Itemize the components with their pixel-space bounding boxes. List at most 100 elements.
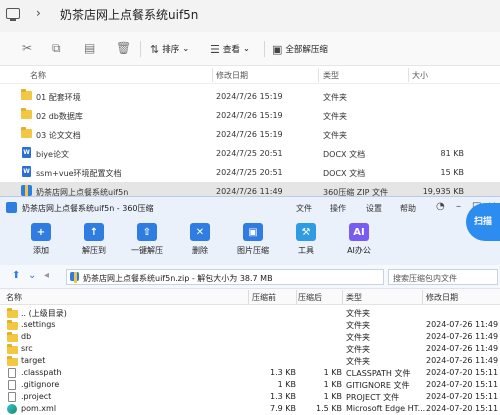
file-name: 02 db数据库	[36, 112, 83, 121]
zip-column-header: 名称 压缩前 压缩后 类型 修改日期	[0, 289, 500, 305]
entry-date: 2024-07-26 11:49	[426, 320, 499, 329]
entry-size-after: 1 KB	[323, 392, 342, 401]
folder-icon	[7, 320, 18, 330]
entry-date: 2024-07-20 15:11	[426, 392, 499, 401]
entry-name: pom.xml	[21, 404, 57, 413]
explorer-toolbar: ✂ ⧉ ▤ 🗑 ⇅ 排序 ⌄ ☰ 查看 ⌄ ▣ 全部解压缩	[0, 32, 500, 66]
column-size-before[interactable]: 压缩前	[252, 292, 276, 303]
folder-icon	[7, 356, 18, 366]
tool-icon: AI	[349, 223, 369, 241]
file-size: 81 KB	[440, 149, 464, 158]
file-icon	[8, 380, 16, 390]
file-name: biye论文	[36, 150, 69, 159]
chevron-down-icon[interactable]: ⌄	[28, 270, 36, 281]
tool-icon: ⇧	[137, 223, 157, 241]
rename-icon[interactable]: ▤	[84, 41, 95, 55]
breadcrumb[interactable]: 奶茶店网上点餐系统uif5n	[60, 6, 198, 23]
file-icon	[8, 392, 16, 402]
entry-date: 2024-07-20 15:11	[426, 380, 499, 389]
tool-button[interactable]: ▣ 图片压缩	[230, 221, 276, 263]
chevron-down-icon: ⌄	[182, 44, 190, 54]
folder-icon	[7, 332, 18, 342]
file-row[interactable]: 02 db数据库 2024/7/26 15:19 文件夹	[0, 106, 500, 125]
tool-button[interactable]: ↑ 解压到	[71, 221, 117, 263]
cut-icon[interactable]: ✂	[22, 41, 32, 55]
entry-date: 2024-07-26 11:49	[426, 344, 499, 353]
menu-help[interactable]: 帮助	[400, 203, 416, 214]
archive-entry-row[interactable]: src 文件夹 2024-07-26 11:49	[0, 343, 500, 355]
archive-entry-row[interactable]: .project 1.3 KB 1 KB PROJECT 文件 2024-07-20 1…	[0, 391, 500, 403]
column-size[interactable]: 大小	[412, 70, 428, 81]
entry-type: GITIGNORE 文件	[346, 381, 410, 390]
entry-size-before: 1 KB	[277, 380, 296, 389]
entry-name: target	[21, 356, 46, 365]
tool-icon: ⚒	[296, 223, 316, 241]
tool-button[interactable]: ⚒ 工具	[283, 221, 329, 263]
file-row[interactable]: 03 论文文档 2024/7/26 15:19 文件夹	[0, 125, 500, 144]
archive-entry-row[interactable]: db 文件夹 2024-07-26 11:49	[0, 331, 500, 343]
file-date: 2024/7/25 20:51	[216, 149, 283, 158]
menu-settings[interactable]: 设置	[366, 203, 382, 214]
column-date[interactable]: 修改日期	[216, 70, 248, 81]
entry-date: 2024-07-26 11:49	[426, 356, 499, 365]
archive-entry-row[interactable]: .classpath 1.3 KB 1 KB CLASSPATH 文件 2024-07-…	[0, 367, 500, 379]
tool-button[interactable]: ⇧ 一键解压	[124, 221, 170, 263]
explorer-title-bar: › 奶茶店网上点餐系统uif5n	[0, 0, 500, 32]
sort-button[interactable]: ⇅ 排序 ⌄	[150, 41, 189, 57]
scan-button[interactable]: 扫描	[466, 203, 500, 241]
minimize-icon[interactable]: –	[456, 201, 461, 212]
back-icon[interactable]: ◂	[44, 270, 49, 281]
file-row[interactable]: 01 配套环境 2024/7/26 15:19 文件夹	[0, 87, 500, 106]
file-name: 01 配套环境	[36, 93, 81, 102]
tool-label: 工具	[298, 246, 314, 255]
entry-size-after: 1 KB	[323, 380, 342, 389]
column-date[interactable]: 修改日期	[426, 292, 458, 303]
archive-entry-row[interactable]: .gitignore 1 KB 1 KB GITIGNORE 文件 2024-07-20…	[0, 379, 500, 391]
file-row[interactable]: Wssm+vue环境配置文档 2024/7/25 20:51 DOCX 文档 15 K…	[0, 163, 500, 182]
tool-label: 添加	[33, 246, 49, 255]
tool-icon: ↑	[84, 223, 104, 241]
file-date: 2024/7/25 20:51	[216, 168, 283, 177]
entry-type: 文件夹	[346, 357, 370, 366]
chevron-down-icon: ⌄	[242, 44, 251, 54]
word-doc-icon: W	[22, 166, 31, 177]
file-date: 2024/7/26 15:19	[216, 130, 283, 139]
file-date: 2024/7/26 15:19	[216, 92, 283, 101]
file-row[interactable]: Wbiye论文 2024/7/25 20:51 DOCX 文档 81 KB	[0, 144, 500, 163]
entry-type: PROJECT 文件	[346, 393, 400, 402]
folder-icon	[7, 308, 18, 318]
archive-entry-row[interactable]: .settings 文件夹 2024-07-26 11:49	[0, 319, 500, 331]
archive-path-field[interactable]: 奶茶店网上点餐系统uif5n.zip - 解包大小为 38.7 MB	[66, 269, 384, 285]
up-arrow-icon[interactable]: ⬆	[12, 270, 20, 281]
file-type: 文件夹	[323, 93, 347, 102]
menu-operation[interactable]: 操作	[330, 203, 346, 214]
tool-button[interactable]: + 添加	[18, 221, 64, 263]
tool-button[interactable]: ✕ 删除	[177, 221, 223, 263]
menu-file[interactable]: 文件	[296, 203, 312, 214]
explorer-column-header: 名称 修改日期 类型 大小	[0, 66, 500, 84]
copy-icon[interactable]: ⧉	[52, 41, 61, 56]
delete-icon[interactable]: 🗑	[116, 41, 131, 55]
tool-label: 解压到	[82, 246, 106, 255]
file-date: 2024/7/26 11:49	[216, 187, 283, 196]
view-button[interactable]: ☰ 查看 ⌄	[210, 41, 250, 57]
archive-entry-row[interactable]: pom.xml 7.9 KB 1.5 KB Microsoft Edge HT... 2…	[0, 403, 500, 415]
zip-archive-icon	[21, 185, 32, 196]
column-name[interactable]: 名称	[6, 292, 22, 303]
tool-label: 一键解压	[131, 246, 163, 255]
tool-button[interactable]: AI AI办公	[336, 221, 382, 263]
column-name[interactable]: 名称	[30, 70, 46, 81]
file-type: 文件夹	[323, 131, 347, 140]
archive-entry-row[interactable]: .. (上级目录) 文件夹	[0, 307, 500, 319]
extract-all-button[interactable]: ▣ 全部解压缩	[272, 41, 328, 57]
column-type[interactable]: 类型	[323, 70, 339, 81]
archive-entry-row[interactable]: target 文件夹 2024-07-26 11:49	[0, 355, 500, 367]
entry-name: .settings	[21, 320, 56, 329]
archive-search-input[interactable]: 搜索压缩包内文件	[388, 269, 498, 285]
skin-icon[interactable]: ◔	[436, 201, 445, 212]
file-icon	[8, 368, 16, 378]
monitor-icon[interactable]	[6, 8, 20, 21]
zip-window: 奶茶店网上点餐系统uif5n - 360压缩 文件 操作 设置 帮助 ◔ – □…	[0, 196, 500, 415]
column-size-after[interactable]: 压缩后	[298, 292, 322, 303]
column-type[interactable]: 类型	[346, 292, 362, 303]
